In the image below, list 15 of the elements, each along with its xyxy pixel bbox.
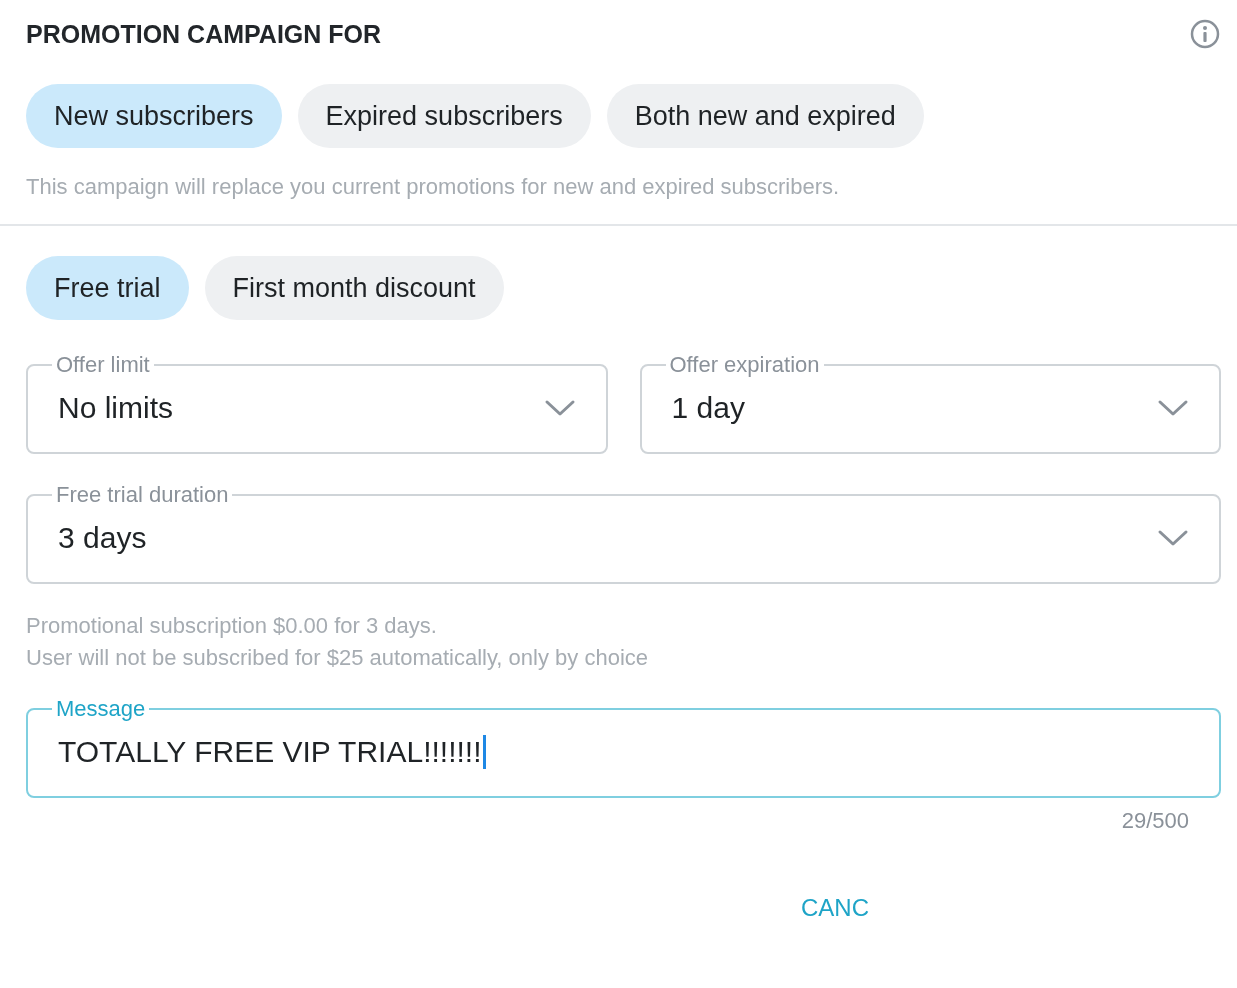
chevron-down-icon[interactable] xyxy=(543,398,576,418)
option-chip[interactable]: Expired subscribers xyxy=(297,84,591,148)
character-counter: 29/500 xyxy=(1120,808,1190,834)
hint-text: This campaign will replace you current promotions for new and expired subscribers. xyxy=(25,174,841,200)
text-caret xyxy=(482,735,486,769)
option-chip[interactable]: New subscribers xyxy=(26,84,282,148)
option-chip[interactable]: First month discount xyxy=(204,256,504,320)
section-title: PROMOTION CAMPAIGN FOR xyxy=(26,19,382,49)
option-chip[interactable]: Free trial xyxy=(26,256,189,320)
chevron-down-icon[interactable] xyxy=(1157,398,1189,418)
info-icon[interactable] xyxy=(1189,18,1221,50)
hint-text: Promotional subscription $0.00 for 3 days. xyxy=(26,612,438,640)
hint-text: User will not be subscribed for $25 automatically, only by choice xyxy=(26,644,649,672)
option-chip[interactable]: Both new and expired xyxy=(606,84,924,148)
chevron-down-icon[interactable] xyxy=(1157,528,1189,548)
